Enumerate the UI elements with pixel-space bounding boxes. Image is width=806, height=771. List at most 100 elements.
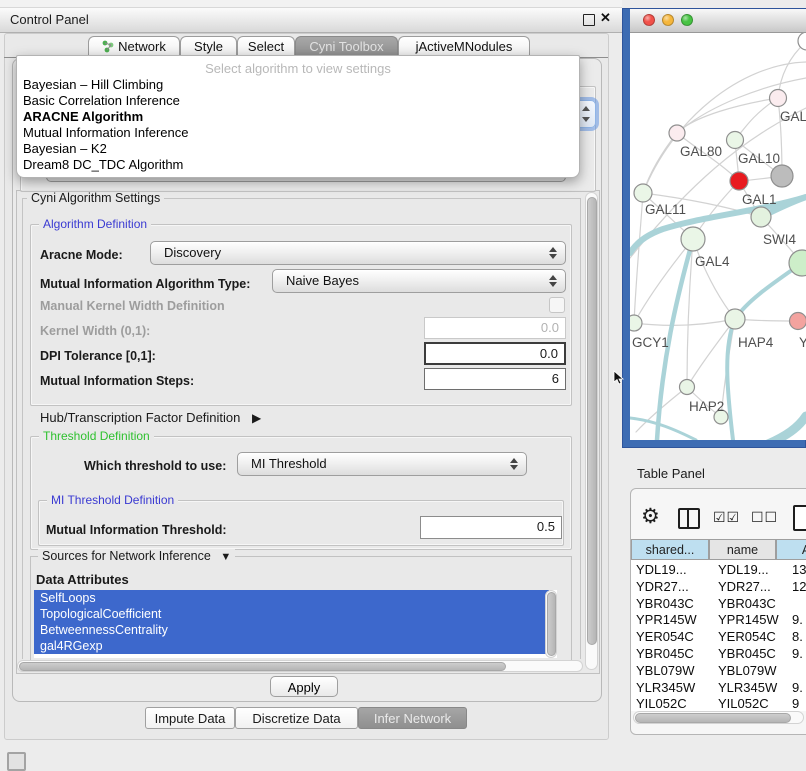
apply-button[interactable]: Apply [270,676,338,697]
dpi-tolerance-field[interactable]: 0.0 [424,342,566,365]
network-node[interactable] [680,380,695,395]
settings-vscrollbar[interactable] [585,192,598,670]
unchecked-pair-icon[interactable]: ☐☐ [751,509,778,526]
algorithm-option[interactable]: Basic Correlation Inference [23,93,180,109]
list-scrollbar-thumb[interactable] [547,592,556,656]
stepper-down-icon [510,465,518,470]
network-node[interactable] [790,313,806,330]
column-header-shared[interactable]: shared... [631,539,709,560]
settings-hscrollbar[interactable] [17,660,583,672]
table-row[interactable]: YIL052CYIL052C9 [631,695,806,711]
attribute-item[interactable]: BetweennessCentrality [34,622,549,638]
manual-kernel-checkbox[interactable] [549,297,565,313]
network-edge[interactable] [634,193,643,323]
table-grid: shared...nameA YDL19...YDL19...13YDR27..… [631,539,806,711]
minimize-traffic-light[interactable] [662,14,674,26]
close-traffic-light[interactable] [643,14,655,26]
network-node[interactable] [630,315,642,331]
network-edge[interactable] [778,42,806,98]
table-cell: YPR145W [718,611,779,628]
tab-style[interactable]: Style [180,36,237,56]
aracne-mode-value: Discovery [164,242,221,264]
node-label-swi4: SWI4 [763,232,796,247]
bottom-tab-infer-network[interactable]: Infer Network [358,707,467,729]
data-attributes-list[interactable]: SelfLoopsTopologicalCoefficientBetweenne… [34,590,557,658]
network-node[interactable] [727,132,744,149]
network-node[interactable] [681,227,705,251]
collapsed-arrow-icon: ▶ [252,411,261,425]
network-graph[interactable]: GALGAL80GAL10GAL1GAL11SWI4GAL4GCY1HAP4YH… [630,33,806,440]
table-row[interactable]: YBR043C YBR043C [631,595,806,612]
stepper-down-icon [549,282,557,287]
algorithm-option[interactable]: Dream8 DC_TDC Algorithm [23,157,183,173]
bottom-tab-discretize-data[interactable]: Discretize Data [235,707,358,729]
network-edge[interactable] [727,263,802,440]
network-node[interactable] [771,165,793,187]
algorithm-option[interactable]: Bayesian – Hill Climbing [23,77,163,93]
settings-hscrollbar-thumb[interactable] [19,662,506,671]
mi-threshold-field[interactable]: 0.5 [420,516,562,539]
network-window-titlebar [630,9,806,33]
settings-vscrollbar-thumb[interactable] [587,197,597,645]
column-header-name[interactable]: name [709,539,776,560]
network-node[interactable] [634,184,652,202]
table-cell: YIL052C [718,695,769,711]
network-node[interactable] [725,309,745,329]
network-edge[interactable] [768,416,806,440]
table-row[interactable]: YDR27...YDR27...12 [631,578,806,595]
network-node[interactable] [751,207,771,227]
bottom-tab-impute-data[interactable]: Impute Data [145,707,235,729]
tab-jactivemnodules[interactable]: jActiveMNodules [398,36,530,56]
attribute-item[interactable]: gal4RGexp [34,638,549,654]
table-hscrollbar[interactable] [633,711,804,724]
aracne-mode-combo[interactable]: Discovery [150,241,566,265]
network-node[interactable] [798,33,806,50]
sources-group-title[interactable]: Sources for Network Inference ▼ [38,549,235,563]
tab-cyni-toolbox[interactable]: Cyni Toolbox [295,36,398,56]
float-window-icon[interactable] [583,14,595,26]
stepper-down-icon [582,117,590,122]
network-node[interactable] [770,90,787,107]
network-node[interactable] [730,172,748,190]
table-row[interactable]: YBR045CYBR045C9. [631,645,806,662]
sources-title-text: Sources for Network Inference [42,549,211,563]
network-edge[interactable] [634,319,735,325]
table-row[interactable]: YPR145WYPR145W9. [631,611,806,628]
kernel-width-field[interactable]: 0.0 [424,317,566,339]
table-cell: YBR043C [636,595,694,612]
close-window-icon[interactable]: ✕ [600,10,611,26]
table-row[interactable]: YDL19...YDL19...13 [631,561,806,578]
hub-definition-toggle[interactable]: Hub/Transcription Factor Definition ▶ [40,410,261,425]
tab-select[interactable]: Select [237,36,295,56]
mi-steps-label: Mutual Information Steps: [40,374,194,388]
which-threshold-combo[interactable]: MI Threshold [237,452,527,476]
table-cell: YBR043C [718,595,776,612]
mi-type-combo[interactable]: Naive Bayes [272,269,566,293]
table-hscrollbar-thumb[interactable] [635,713,791,723]
network-node[interactable] [669,125,685,141]
table-cell: YDR27... [636,578,689,595]
list-scrollbar[interactable] [545,590,557,658]
table-row[interactable]: YBL079WYBL079W [631,662,806,679]
document-icon[interactable] [793,505,806,531]
table-row[interactable]: YER054CYER054C8. [631,628,806,645]
table-cell: 9. [792,611,803,628]
algorithm-option[interactable]: Mutual Information Inference [23,125,188,141]
mi-steps-field[interactable]: 6 [424,368,566,390]
gear-icon[interactable]: ⚙ [641,504,660,529]
column-header-a[interactable]: A [776,539,806,560]
tab-network[interactable]: Network [88,36,180,56]
algorithm-option[interactable]: Bayesian – K2 [23,141,107,157]
split-table-icon[interactable] [678,508,700,529]
stepper-up-icon [510,458,518,463]
algorithm-option[interactable]: ARACNE Algorithm [23,109,143,125]
network-edge[interactable] [630,418,696,440]
network-edge[interactable] [693,239,735,319]
zoom-traffic-light[interactable] [681,14,693,26]
attribute-item[interactable]: SelfLoops [34,590,549,606]
network-icon [102,40,115,53]
network-edge[interactable] [677,98,778,133]
attribute-item[interactable]: TopologicalCoefficient [34,606,549,622]
table-row[interactable]: YLR345WYLR345W9. [631,679,806,696]
checked-pair-icon[interactable]: ☑☑ [713,509,740,526]
